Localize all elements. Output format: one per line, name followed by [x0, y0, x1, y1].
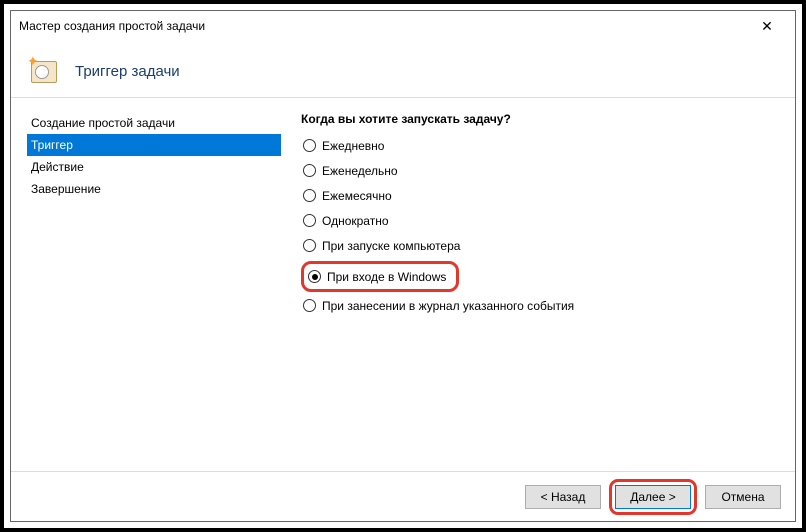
cancel-button-label: Отмена	[721, 490, 764, 504]
task-scheduler-icon: ✦	[29, 55, 61, 87]
radio-daily[interactable]: Ежедневно	[303, 136, 775, 155]
radio-once[interactable]: Однократно	[303, 211, 775, 230]
radio-startup[interactable]: При запуске компьютера	[303, 236, 775, 255]
wizard-body: Создание простой задачи Триггер Действие…	[11, 98, 795, 471]
radio-icon	[303, 139, 316, 152]
radio-icon	[303, 299, 316, 312]
radio-label: При запуске компьютера	[322, 239, 460, 253]
next-button-label: Далее >	[630, 490, 676, 504]
trigger-question: Когда вы хотите запускать задачу?	[301, 112, 775, 126]
wizard-main: Когда вы хотите запускать задачу? Ежедне…	[281, 112, 795, 471]
cancel-button[interactable]: Отмена	[705, 485, 781, 509]
radio-icon	[308, 270, 321, 283]
radio-event[interactable]: При занесении в журнал указанного событи…	[303, 296, 775, 315]
radio-icon	[303, 189, 316, 202]
sidebar-item-create-task[interactable]: Создание простой задачи	[27, 112, 281, 134]
back-button[interactable]: < Назад	[525, 485, 601, 509]
close-button[interactable]: ✕	[747, 11, 787, 41]
radio-icon	[303, 239, 316, 252]
close-icon: ✕	[761, 18, 773, 35]
window-frame: Мастер создания простой задачи ✕ ✦ Тригг…	[0, 0, 806, 532]
radio-icon	[303, 164, 316, 177]
radio-label: При занесении в журнал указанного событи…	[322, 299, 574, 313]
radio-logon[interactable]: При входе в Windows	[308, 267, 446, 286]
next-button[interactable]: Далее >	[615, 485, 691, 509]
highlighted-option: При входе в Windows	[301, 261, 459, 292]
radio-label: Однократно	[322, 214, 389, 228]
radio-label: Еженедельно	[322, 164, 398, 178]
wizard-header: ✦ Триггер задачи	[11, 41, 795, 97]
wizard-window: Мастер создания простой задачи ✕ ✦ Тригг…	[10, 10, 796, 522]
back-button-label: < Назад	[541, 490, 586, 504]
radio-label: Ежемесячно	[322, 189, 392, 203]
wizard-steps-sidebar: Создание простой задачи Триггер Действие…	[11, 112, 281, 471]
sidebar-item-trigger[interactable]: Триггер	[27, 134, 281, 156]
radio-monthly[interactable]: Ежемесячно	[303, 186, 775, 205]
highlighted-next-button: Далее >	[609, 479, 697, 515]
radio-icon	[303, 214, 316, 227]
titlebar-text: Мастер создания простой задачи	[19, 19, 747, 33]
radio-label: Ежедневно	[322, 139, 384, 153]
titlebar: Мастер создания простой задачи ✕	[11, 11, 795, 41]
radio-label: При входе в Windows	[327, 270, 446, 284]
page-title: Триггер задачи	[75, 63, 180, 80]
radio-weekly[interactable]: Еженедельно	[303, 161, 775, 180]
sidebar-item-finish[interactable]: Завершение	[27, 178, 281, 200]
sidebar-item-action[interactable]: Действие	[27, 156, 281, 178]
wizard-footer: < Назад Далее > Отмена	[11, 471, 795, 521]
